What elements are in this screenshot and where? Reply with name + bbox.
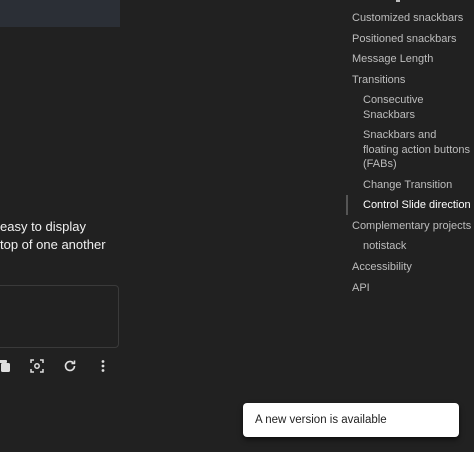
toc-item-snackbars-and-fabs[interactable]: Snackbars and floating action buttons (F… [363, 128, 471, 172]
toc-item-message-length[interactable]: Message Length [352, 52, 472, 67]
description-line-2: top of one another [0, 237, 106, 252]
toc-item-api[interactable]: API [352, 281, 472, 296]
snackbar-message: A new version is available [255, 414, 387, 426]
reload-button[interactable] [61, 357, 79, 375]
fullscreen-button[interactable] [28, 357, 46, 375]
description-text: easy to display top of one another [0, 218, 106, 254]
toc-item-consecutive-snackbars[interactable]: Consecutive Snackbars [363, 93, 433, 122]
toc-item-change-transition[interactable]: Change Transition [363, 178, 473, 193]
toc-item-transitions[interactable]: Transitions [352, 73, 472, 88]
more-vert-icon [101, 360, 105, 372]
toc-item-customized-snackbars[interactable]: Customized snackbars [352, 11, 472, 26]
snackbar[interactable]: A new version is available [243, 403, 459, 437]
toc-active-indicator [346, 195, 348, 215]
page: easy to display top of one another Custo… [0, 0, 474, 452]
copy-icon [0, 360, 10, 372]
toc-item-positioned-snackbars[interactable]: Positioned snackbars [352, 32, 472, 47]
fullscreen-icon [30, 359, 44, 373]
description-line-1: easy to display [0, 219, 86, 234]
demo-header-panel [0, 0, 120, 27]
more-options-button[interactable] [94, 357, 112, 375]
toc-item-notistack[interactable]: notistack [363, 239, 473, 254]
toc-item-control-slide-direction[interactable]: Control Slide direction [363, 198, 473, 213]
copy-button[interactable] [0, 357, 14, 375]
demo-preview-box [0, 285, 119, 348]
reload-icon [64, 360, 76, 372]
toc-cutoff-fragment [396, 0, 400, 2]
toc-item-complementary-projects[interactable]: Complementary projects [352, 219, 472, 234]
toc-item-accessibility[interactable]: Accessibility [352, 260, 472, 275]
